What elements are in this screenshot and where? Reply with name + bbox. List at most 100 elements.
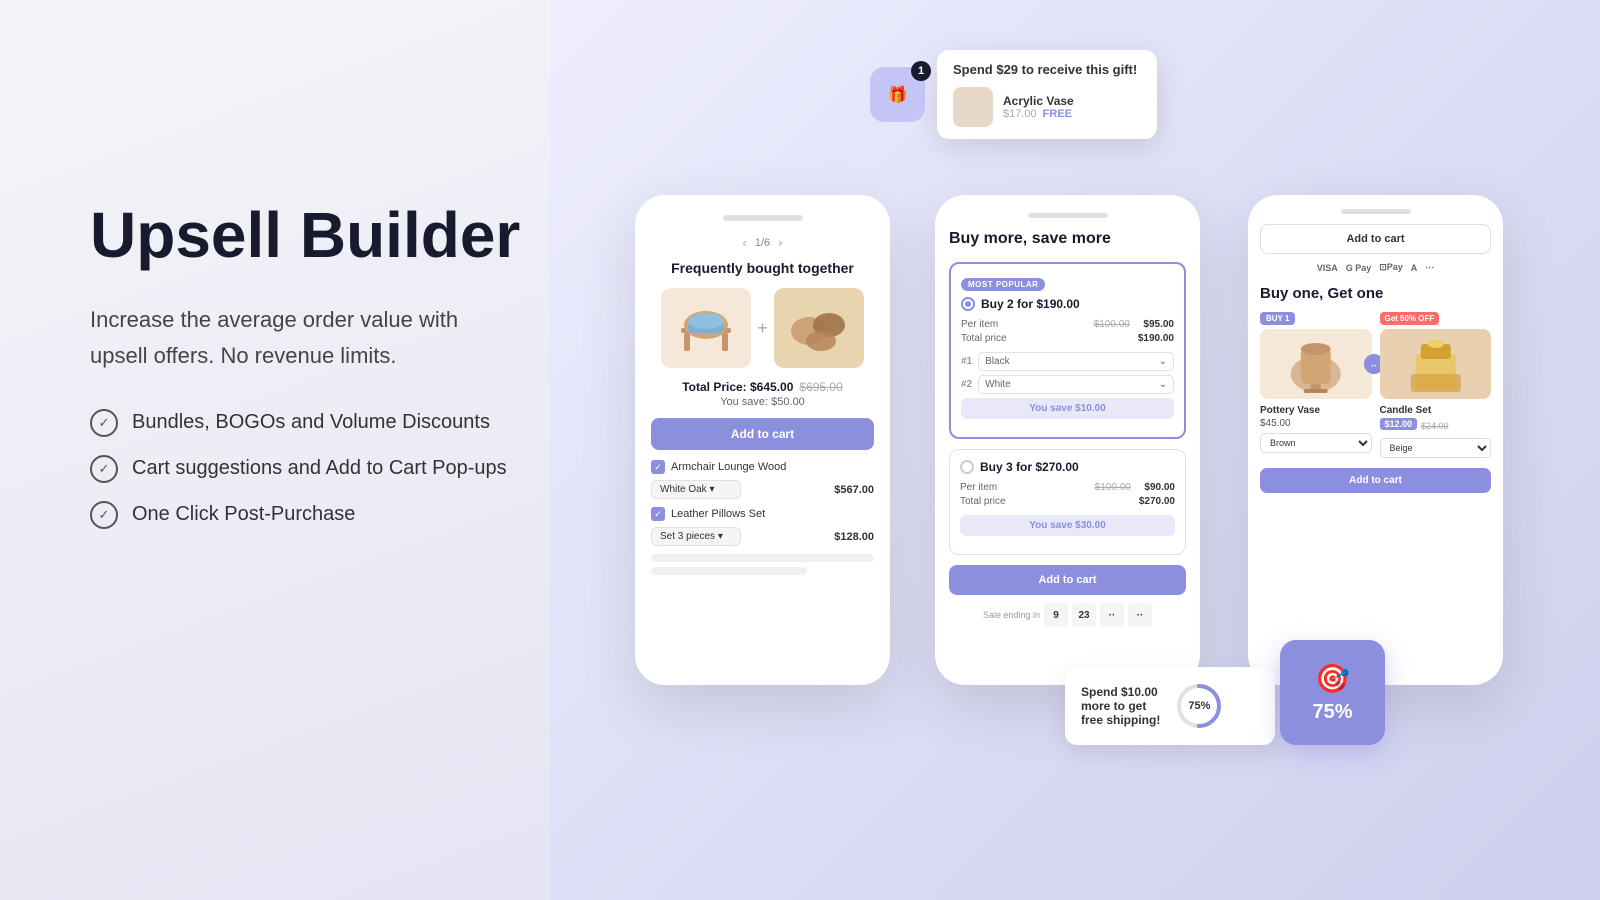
feature-item: ✓ Cart suggestions and Add to Cart Pop-u… <box>90 455 610 483</box>
fbt-images: + <box>651 288 874 368</box>
add-to-cart-button[interactable]: Add to cart <box>651 418 874 450</box>
next-arrow[interactable]: › <box>778 235 782 250</box>
variant-2-row: #2 White ⌄ <box>961 375 1174 394</box>
check-icon: ✓ <box>90 455 118 483</box>
bogo-product-2-price-row: $12.00 $24.00 <box>1380 418 1492 434</box>
phone-notch-2 <box>1028 213 1108 218</box>
product-1-checkbox[interactable] <box>651 460 665 474</box>
check-icon: ✓ <box>90 501 118 529</box>
offer-2-label: Buy 3 for $270.00 <box>980 460 1079 474</box>
skeleton-lines <box>651 554 874 575</box>
feature-list: ✓ Bundles, BOGOs and Volume Discounts ✓ … <box>90 409 610 529</box>
offer-2-radio[interactable] <box>960 460 974 474</box>
feature-item: ✓ One Click Post-Purchase <box>90 501 610 529</box>
timer-box-seconds: ·· <box>1100 603 1124 627</box>
timer-box-ms: ·· <box>1128 603 1152 627</box>
bogo-product-2: Get 50% OFF Candle Set $12.00 $24.00 <box>1380 312 1492 458</box>
phone-notch-3 <box>1341 209 1411 214</box>
variant-2-dropdown[interactable]: White ⌄ <box>978 375 1174 394</box>
phone-fbt: ‹ 1/6 › Frequently bought together + <box>635 195 890 685</box>
check-icon: ✓ <box>90 409 118 437</box>
product-2-row: Leather Pillows Set <box>651 507 874 521</box>
notification-dot: 1 <box>911 61 931 81</box>
bogo-product-1-name: Pottery Vase <box>1260 405 1372 416</box>
product-1-row: Armchair Lounge Wood <box>651 460 874 474</box>
gift-product-image <box>953 87 993 127</box>
product-2-variant[interactable]: Set 3 pieces ▾ <box>651 527 741 546</box>
add-to-cart-top[interactable]: Add to cart <box>1260 224 1491 254</box>
offer-card-1[interactable]: MOST POPULAR Buy 2 for $190.00 Per item … <box>949 262 1186 439</box>
gift-badge: 1 🎁 <box>870 67 925 122</box>
bogo-discounted-price: $12.00 <box>1380 418 1418 430</box>
offer-2-price-grid: Per item $100.00 $90.00 Total price $270… <box>960 482 1175 507</box>
bogo-product-1-image: ↔ <box>1260 329 1372 399</box>
variant-1-row: #1 Black ⌄ <box>961 352 1174 371</box>
offer-1-title-row: Buy 2 for $190.00 <box>961 297 1174 311</box>
shipping-text: Spend $10.00 more to get free shipping! <box>1081 685 1160 727</box>
product-2-checkbox[interactable] <box>651 507 665 521</box>
gift-notification: 1 🎁 Spend $29 to receive this gift! Acry… <box>870 50 1157 139</box>
product-2-price: $128.00 <box>834 531 874 543</box>
product-1-price: $567.00 <box>834 484 874 496</box>
offer-1-label: Buy 2 for $190.00 <box>981 297 1080 311</box>
gift-product-details: Acrylic Vase $17.00 FREE <box>1003 94 1074 120</box>
more-pay-icon: ⋯ <box>1425 262 1434 273</box>
bogo-product-1-price: $45.00 <box>1260 418 1372 429</box>
offer-card-2[interactable]: Buy 3 for $270.00 Per item $100.00 $90.0… <box>949 449 1186 555</box>
bogo-add-to-cart[interactable]: Add to cart <box>1260 468 1491 493</box>
get50-badge: Get 50% OFF <box>1380 312 1440 325</box>
goal-percent: 75% <box>1312 701 1352 724</box>
variant-1-dropdown[interactable]: Black ⌄ <box>978 352 1174 371</box>
offer-1-radio[interactable] <box>961 297 975 311</box>
bogo-original-price: $24.00 <box>1421 421 1449 431</box>
total-price-row: Total Price: $645.00 $695.00 <box>651 380 874 394</box>
bogo-badge-row-1: BUY 1 <box>1260 312 1372 325</box>
most-popular-badge: MOST POPULAR <box>961 278 1045 291</box>
payment-icons: VISA G Pay ⊡Pay A ⋯ <box>1260 262 1491 273</box>
shipping-widget: Spend $10.00 more to get free shipping! … <box>1065 667 1275 745</box>
phone-bogo: Add to cart VISA G Pay ⊡Pay A ⋯ Buy one,… <box>1248 195 1503 685</box>
offer-1-save-badge: You save $10.00 <box>961 398 1174 419</box>
nav-arrows: ‹ 1/6 › <box>651 235 874 250</box>
timer-box-hours: 9 <box>1044 603 1068 627</box>
gift-free-label: FREE <box>1043 108 1072 120</box>
offer-1-price-grid: Per item $100.00 $95.00 Total price $190… <box>961 319 1174 344</box>
bogo-title: Buy one, Get one <box>1260 285 1491 302</box>
subtitle: Increase the average order value with up… <box>90 302 610 372</box>
plus-sign: + <box>757 318 768 339</box>
phone-notch <box>723 215 803 221</box>
offer-2-title-row: Buy 3 for $270.00 <box>960 460 1175 474</box>
skeleton-line <box>651 567 807 575</box>
goal-icon: 🎯 <box>1315 662 1350 695</box>
timer-box-minutes: 23 <box>1072 603 1096 627</box>
timer-boxes: 9 23 ·· ·· <box>1044 603 1152 627</box>
original-price: $695.00 <box>799 380 842 394</box>
left-section: Upsell Builder Increase the average orde… <box>90 200 610 529</box>
page-title: Upsell Builder <box>90 200 610 270</box>
add-to-cart-button-2[interactable]: Add to cart <box>949 565 1186 595</box>
dpay-icon: ⊡Pay <box>1379 262 1403 273</box>
product-1-variant[interactable]: White Oak ▾ <box>651 480 741 499</box>
product-1-variant-row: White Oak ▾ $567.00 <box>651 480 874 499</box>
visa-icon: VISA <box>1317 263 1338 273</box>
gift-product-name: Acrylic Vase <box>1003 94 1074 108</box>
skeleton-line <box>651 554 874 562</box>
bogo-product-2-name: Candle Set <box>1380 405 1492 416</box>
prev-arrow[interactable]: ‹ <box>743 235 747 250</box>
sale-ends-row: Sale ending in 9 23 ·· ·· <box>949 603 1186 627</box>
product-1-name: Armchair Lounge Wood <box>671 461 786 473</box>
gift-price-row: $17.00 FREE <box>1003 108 1074 120</box>
gpay-icon: G Pay <box>1346 263 1372 273</box>
product-2-variant-row: Set 3 pieces ▾ $128.00 <box>651 527 874 546</box>
nav-label: 1/6 <box>755 237 770 249</box>
feature-item: ✓ Bundles, BOGOs and Volume Discounts <box>90 409 610 437</box>
bogo-product-2-image <box>1380 329 1492 399</box>
bogo-product-1-select[interactable]: Brown <box>1260 433 1372 453</box>
gift-product-row: Acrylic Vase $17.00 FREE <box>953 87 1141 127</box>
buy1-badge: BUY 1 <box>1260 312 1295 325</box>
bogo-product-2-select[interactable]: Beige <box>1380 438 1492 458</box>
gift-original-price: $17.00 <box>1003 108 1037 120</box>
bogo-badge-row-2: Get 50% OFF <box>1380 312 1492 325</box>
phone-bmsm: Buy more, save more MOST POPULAR Buy 2 f… <box>935 195 1200 685</box>
product-2-name: Leather Pillows Set <box>671 508 765 520</box>
